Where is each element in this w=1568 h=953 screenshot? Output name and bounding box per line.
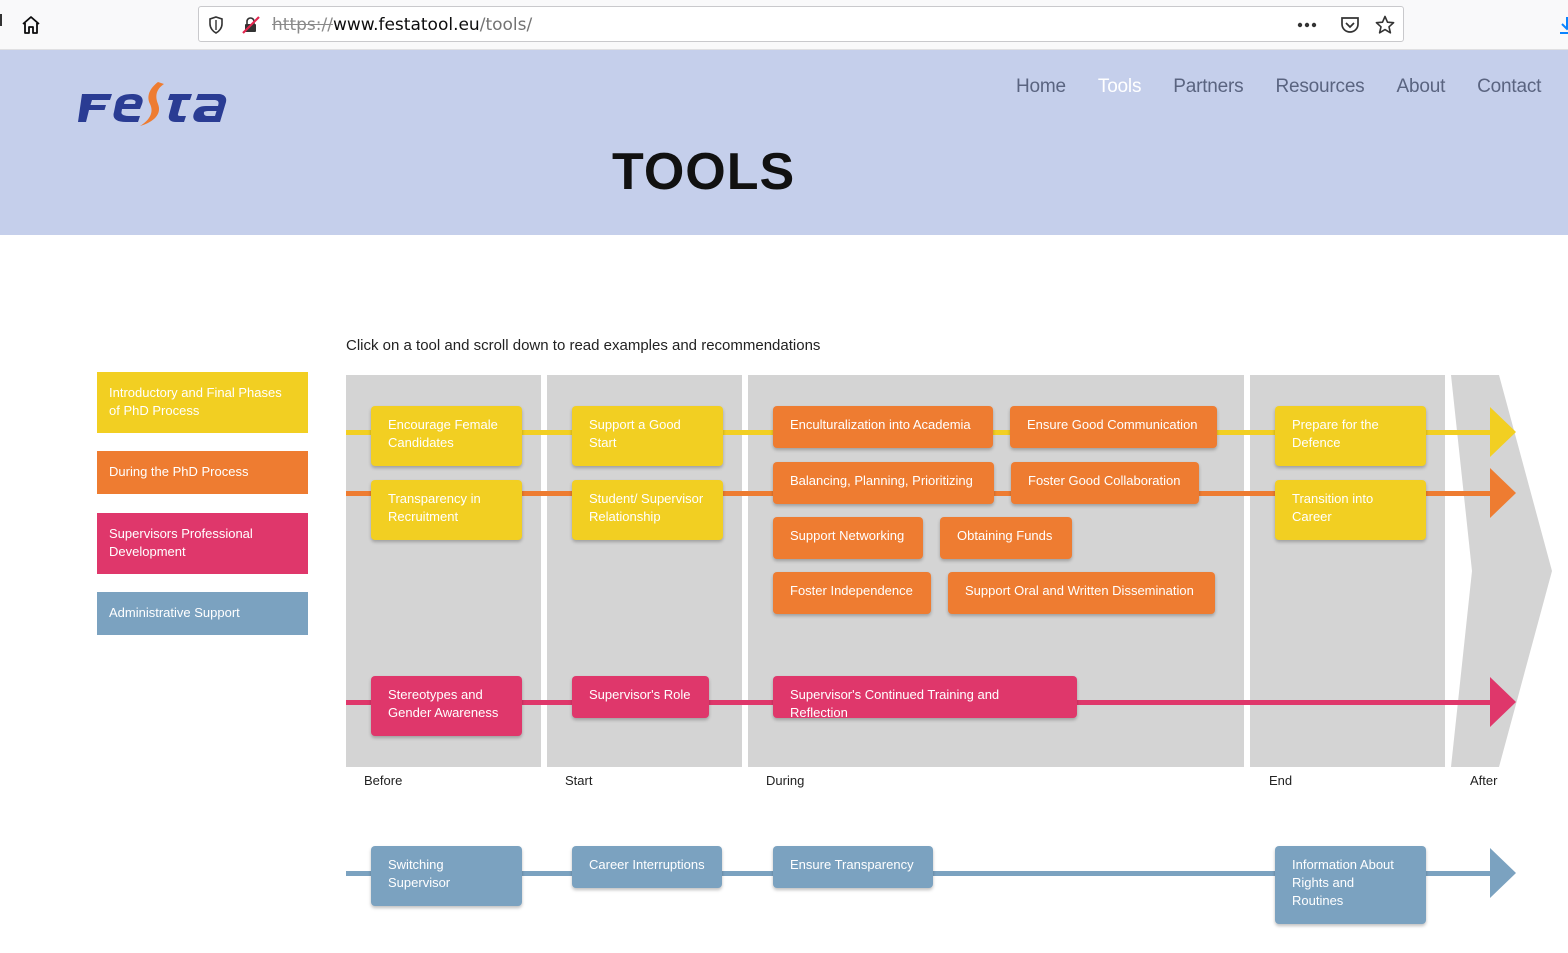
shield-icon[interactable] [206,15,226,35]
arrow-orange [1490,468,1516,518]
tool-transition-into-career[interactable]: Transition into Career [1275,480,1426,540]
tool-ensure-good-communication[interactable]: Ensure Good Communication [1010,406,1217,448]
arrow-pink [1490,677,1516,727]
url-scheme: https:// [272,15,333,35]
tool-student-supervisor-relationship[interactable]: Student/ Supervisor Relationship [572,480,723,540]
tool-support-networking[interactable]: Support Networking [773,517,923,559]
legend-label: During the PhD Process [109,464,249,479]
tool-transparency-in-recruitment[interactable]: Transparency in Recruitment [371,480,522,540]
site-header: Home Tools Partners Resources About Cont… [0,50,1568,235]
phase-label-start: Start [565,773,593,788]
tool-balancing-planning-prioritizing[interactable]: Balancing, Planning, Prioritizing [773,462,994,504]
url-bar[interactable]: https://www.festatool.eu/tools/ [198,6,1404,42]
phase-label-end: End [1269,773,1293,788]
nav-partners[interactable]: Partners [1173,76,1243,98]
tool-support-oral-written-dissemination[interactable]: Support Oral and Written Dissemination [948,572,1215,614]
tool-prepare-for-defence[interactable]: Prepare for the Defence [1275,406,1426,466]
tool-stereotypes-gender-awareness[interactable]: Stereotypes and Gender Awareness [371,676,522,736]
legend-label: Introductory and Final Phases of PhD Pro… [109,385,282,418]
nav-home[interactable]: Home [1016,76,1066,98]
tool-ensure-transparency[interactable]: Ensure Transparency [773,846,933,888]
tool-enculturalization-into-academia[interactable]: Enculturalization into Academia [773,406,993,448]
tool-foster-good-collaboration[interactable]: Foster Good Collaboration [1011,462,1199,504]
url-path: /tools/ [479,15,533,35]
festa-logo[interactable] [78,72,228,128]
arrow-yellow [1490,407,1516,457]
tool-obtaining-funds[interactable]: Obtaining Funds [940,517,1072,559]
legend-label: Administrative Support [109,605,240,620]
nav-resources[interactable]: Resources [1275,76,1364,98]
main-nav: Home Tools Partners Resources About Cont… [1016,76,1568,98]
tool-support-good-start[interactable]: Support a Good Start [572,406,723,466]
tool-information-rights-routines[interactable]: Information About Rights and Routines [1275,846,1426,924]
bookmark-star-icon[interactable] [1375,15,1395,35]
tool-foster-independence[interactable]: Foster Independence [773,572,931,614]
tool-encourage-female-candidates[interactable]: Encourage Female Candidates [371,406,522,466]
window-edge-mark [0,14,2,26]
tool-supervisors-continued-training[interactable]: Supervisor's Continued Training and Refl… [773,676,1077,720]
phase-label-before: Before [364,773,403,788]
phase-label-after: After [1470,773,1498,788]
tool-career-interruptions[interactable]: Career Interruptions [572,846,722,888]
url-host: www.festatool.eu [332,15,480,35]
page-title: TOOLS [612,143,796,201]
tool-supervisors-role[interactable]: Supervisor's Role [572,676,709,718]
instructions-text: Click on a tool and scroll down to read … [346,337,821,354]
legend-during-phd: During the PhD Process [97,451,308,494]
downloads-icon[interactable] [1557,14,1568,36]
phase-label-during: During [766,773,805,788]
nav-tools[interactable]: Tools [1098,76,1142,98]
insecure-lock-icon[interactable] [241,15,261,35]
url-text[interactable]: https://www.festatool.eu/tools/ [272,15,532,35]
legend-introductory-final: Introductory and Final Phases of PhD Pro… [97,372,308,433]
nav-contact[interactable]: Contact [1477,76,1541,98]
page-actions-icon[interactable] [1297,15,1317,35]
browser-toolbar: https://www.festatool.eu/tools/ [0,0,1568,50]
legend-label: Supervisors Professional Development [109,526,253,559]
home-icon[interactable] [18,12,44,38]
legend-supervisors-development: Supervisors Professional Development [97,513,308,574]
arrow-blue [1490,848,1516,898]
legend-administrative-support: Administrative Support [97,592,308,635]
pocket-icon[interactable] [1340,15,1360,35]
tool-switching-supervisor[interactable]: Switching Supervisor [371,846,522,906]
nav-about[interactable]: About [1397,76,1446,98]
